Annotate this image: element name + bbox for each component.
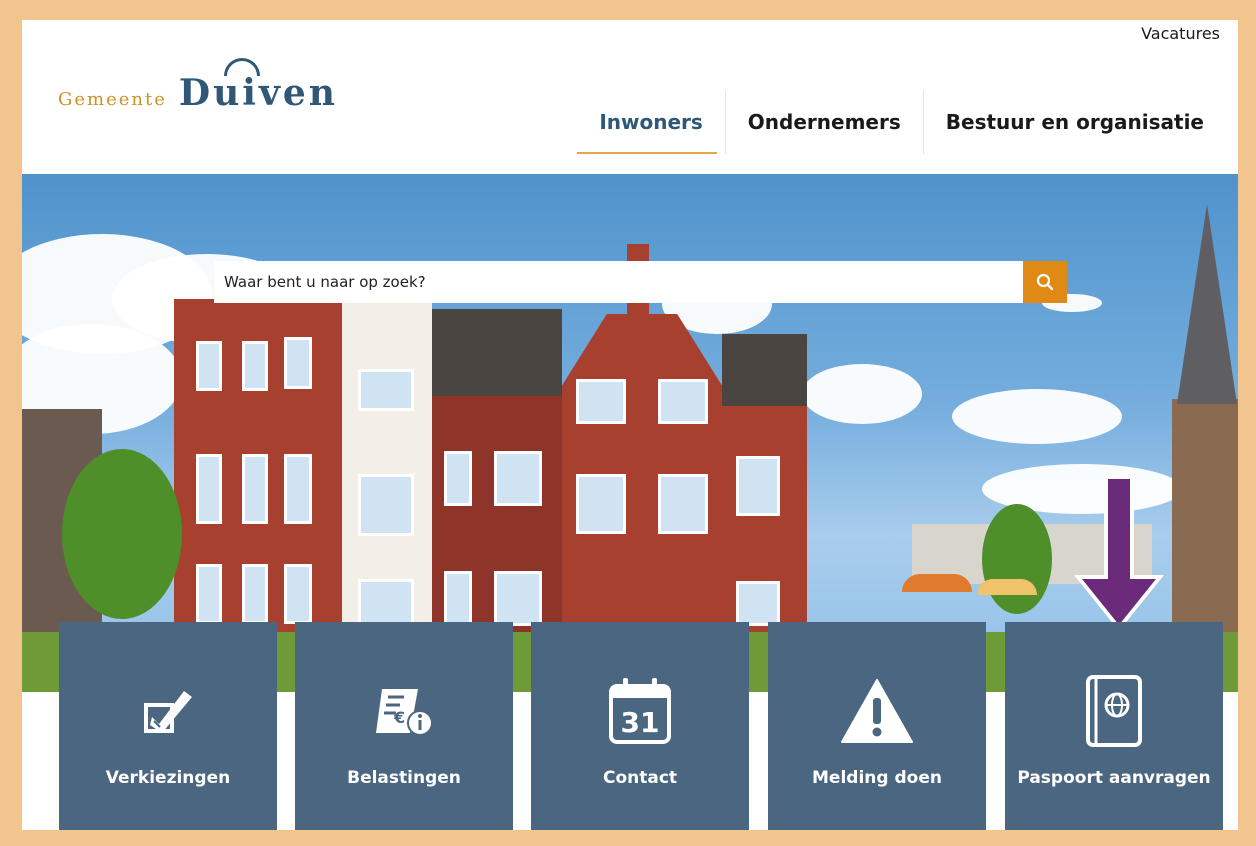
ballot-pen-icon [140, 674, 196, 748]
main-nav: Inwoners Ondernemers Bestuur en organisa… [577, 90, 1226, 154]
search-button[interactable] [1023, 261, 1067, 303]
tile-label: Melding doen [812, 768, 942, 788]
tile-melding-doen[interactable]: Melding doen [768, 622, 986, 830]
building-decoration [342, 274, 432, 639]
tile-verkiezingen[interactable]: Verkiezingen [59, 622, 277, 830]
tree-decoration [982, 504, 1052, 614]
tile-belastingen[interactable]: € Belastingen [295, 622, 513, 830]
tile-label: Contact [602, 768, 678, 788]
umbrella-decoration [977, 579, 1037, 595]
church-tower-decoration [1172, 399, 1238, 649]
roof-decoration [722, 334, 807, 409]
search-input[interactable] [214, 261, 1023, 303]
page: Vacatures Gemeente Duiven Inwoners Onder… [22, 20, 1238, 830]
tree-decoration [62, 449, 182, 619]
nav-item-bestuur-en-organisatie[interactable]: Bestuur en organisatie [924, 90, 1226, 154]
down-arrow-icon [1074, 475, 1164, 631]
roof-decoration [432, 309, 562, 399]
tile-label: Verkiezingen [105, 768, 231, 788]
tile-label: Belastingen [347, 768, 461, 788]
logo-duiven-text: Duiven [178, 58, 338, 114]
search-icon [1036, 273, 1054, 291]
tile-paspoort-aanvragen[interactable]: Paspoort aanvragen [1005, 622, 1223, 830]
logo-duiven-label: Duiven [178, 72, 338, 114]
tile-label: Paspoort aanvragen [1017, 768, 1211, 788]
svg-text:€: € [393, 708, 405, 727]
warning-icon [840, 674, 914, 748]
cloud-decoration [952, 389, 1122, 444]
building-decoration [174, 299, 342, 639]
umbrella-decoration [902, 574, 972, 592]
search-bar [214, 261, 1067, 303]
calendar-31-icon: 31 [607, 674, 673, 748]
passport-icon [1084, 674, 1144, 748]
site-logo[interactable]: Gemeente Duiven [58, 58, 338, 114]
building-decoration [722, 406, 807, 639]
tax-bill-icon: € [374, 674, 434, 748]
logo-gemeente-text: Gemeente [58, 89, 167, 110]
church-spire-decoration [1177, 204, 1237, 404]
cloud-decoration [802, 364, 922, 424]
calendar-day-text: 31 [621, 706, 660, 739]
logo-arc-icon [223, 58, 260, 76]
building-decoration [562, 314, 722, 639]
vacatures-link[interactable]: Vacatures [1141, 24, 1220, 43]
hero-image [22, 174, 1238, 692]
building-decoration [432, 396, 562, 639]
nav-item-inwoners[interactable]: Inwoners [577, 90, 726, 154]
tile-contact[interactable]: 31 Contact [531, 622, 749, 830]
nav-item-ondernemers[interactable]: Ondernemers [726, 90, 924, 154]
